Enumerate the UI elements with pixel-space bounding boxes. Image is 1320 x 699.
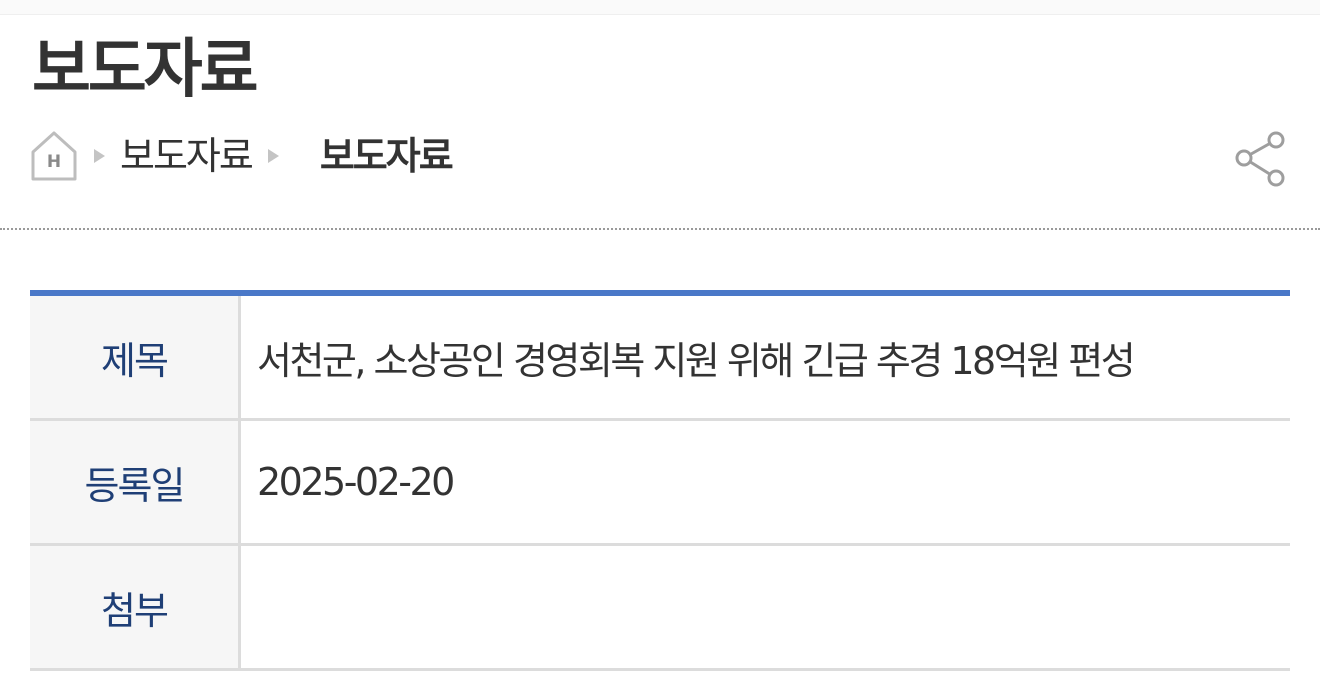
row-label: 등록일 [30, 421, 241, 543]
registration-date: 2025-02-20 [257, 460, 455, 504]
share-icon [1232, 127, 1290, 194]
table-row-title: 제목 서천군, 소상공인 경영회복 지원 위해 긴급 추경 18억원 편성 [30, 296, 1290, 421]
svg-text:H: H [47, 152, 61, 172]
row-label: 제목 [30, 296, 241, 418]
article-title: 서천군, 소상공인 경영회복 지원 위해 긴급 추경 18억원 편성 [257, 338, 1136, 383]
page-title: 보도자료 [32, 33, 259, 107]
detail-table: 제목 서천군, 소상공인 경영회복 지원 위해 긴급 추경 18억원 편성 등록… [30, 290, 1290, 671]
attachment-list [241, 546, 1290, 668]
table-row-attachment: 첨부 [30, 546, 1290, 671]
row-label: 첨부 [30, 546, 241, 668]
chevron-right-icon [88, 148, 110, 164]
table-row-date: 등록일 2025-02-20 [30, 421, 1290, 546]
breadcrumb-current: 보도자료 [319, 134, 454, 178]
chevron-right-icon [262, 148, 284, 164]
top-bar [0, 0, 1320, 15]
section-divider [0, 228, 1320, 230]
breadcrumb: H 보도자료 보도자료 [30, 128, 454, 184]
home-icon[interactable]: H [30, 130, 78, 182]
share-button[interactable] [1232, 128, 1290, 192]
breadcrumb-item-press-release[interactable]: 보도자료 [120, 128, 254, 184]
